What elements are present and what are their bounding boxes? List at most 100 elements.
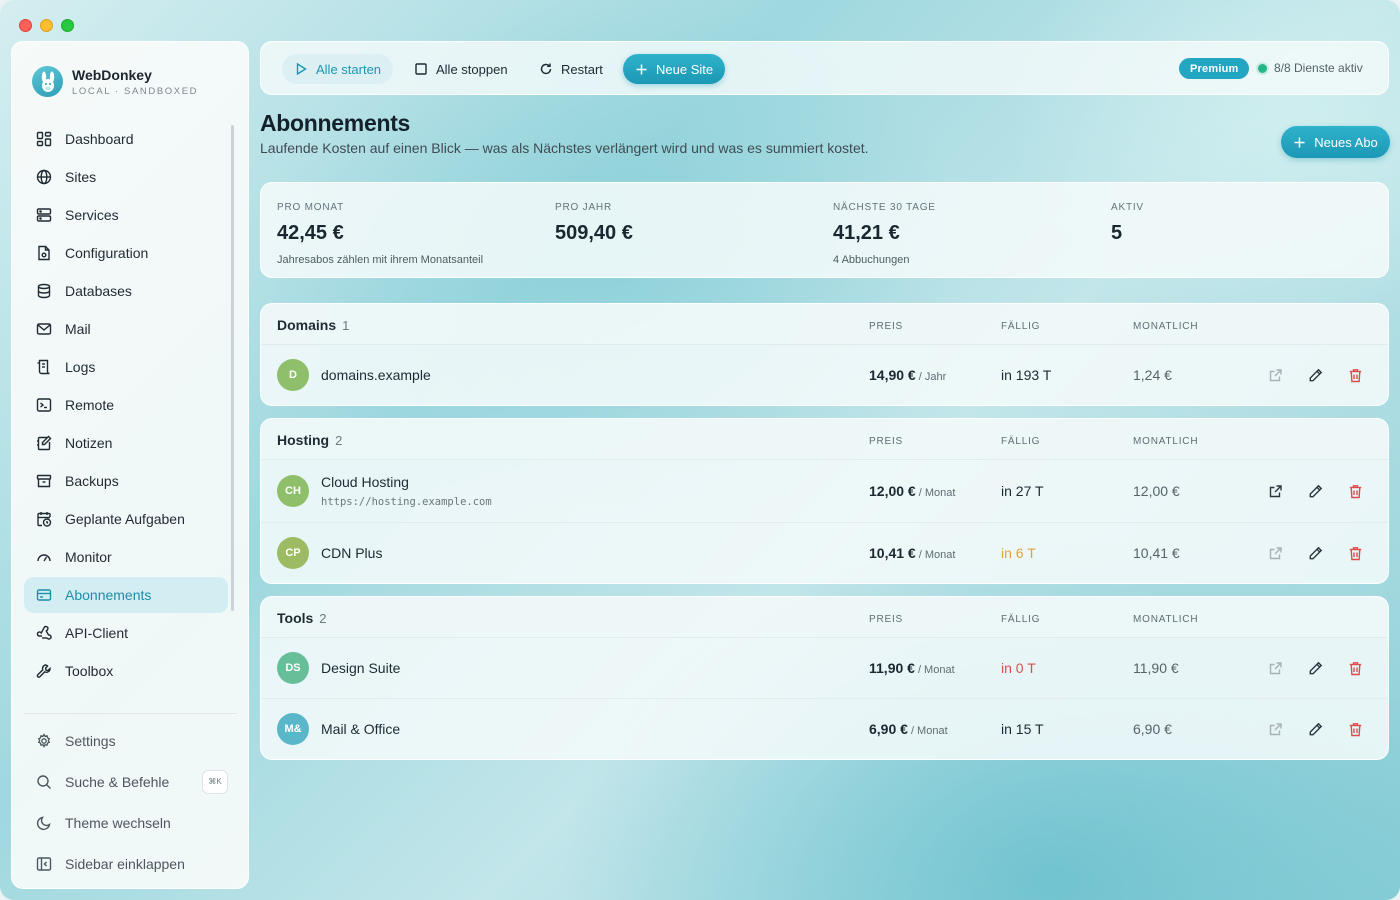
sidebar-item-api-client[interactable]: API-Client — [24, 615, 228, 651]
sidebar-item-sites[interactable]: Sites — [24, 159, 228, 195]
table-row[interactable]: M& Mail & Office 6,90 € / Monat in 15 T 6… — [261, 699, 1388, 759]
sidebar-item-settings[interactable]: Settings — [24, 721, 228, 760]
subscription-name: Mail & Office — [321, 721, 401, 737]
stat-label: NÄCHSTE 30 TAGE — [833, 202, 936, 213]
price-unit: / Monat — [917, 664, 955, 676]
sidebar-item-dashboard[interactable]: Dashboard — [24, 121, 228, 157]
donkey-logo-icon — [32, 66, 63, 97]
new-site-button[interactable]: Neue Site — [623, 54, 726, 84]
minimize-window-button[interactable] — [40, 19, 53, 32]
sidebar-item-collapse[interactable]: Sidebar einklappen — [24, 844, 228, 883]
new-site-label: Neue Site — [656, 61, 714, 77]
group-header: Hosting 2 PREIS FÄLLIG MONATLICH — [261, 419, 1388, 460]
shortcut-badge: ⌘K — [202, 769, 228, 794]
table-row[interactable]: DS Design Suite 11,90 € / Monat in 0 T 11… — [261, 638, 1388, 699]
due: in 193 T — [1001, 367, 1052, 383]
sidebar-item-logs[interactable]: Logs — [24, 349, 228, 385]
monthly-cost: 10,41 € — [1133, 545, 1180, 561]
column-header-monthly: MONATLICH — [1133, 321, 1199, 332]
start-all-button[interactable]: Alle starten — [282, 54, 394, 84]
edit-button[interactable] — [1305, 365, 1325, 385]
sidebar-item-remote[interactable]: Remote — [24, 387, 228, 423]
stat-value: 42,45 € — [277, 222, 344, 244]
sidebar-item-services[interactable]: Services — [24, 197, 228, 233]
open-link-button[interactable] — [1265, 719, 1285, 739]
stat-value: 509,40 € — [555, 222, 633, 244]
stats-card: PRO MONAT 42,45 € Jahresabos zählen mit … — [260, 182, 1389, 278]
table-row[interactable]: CH Cloud Hosting https://hosting.example… — [261, 460, 1388, 523]
group-hosting: Hosting 2 PREIS FÄLLIG MONATLICH CH Cloud… — [260, 418, 1389, 584]
sidebar-item-abonnements[interactable]: Abonnements — [24, 577, 228, 613]
status-indicator — [1258, 64, 1267, 73]
delete-button[interactable] — [1345, 658, 1365, 678]
edit-button[interactable] — [1305, 543, 1325, 563]
sidebar-item-backups[interactable]: Backups — [24, 463, 228, 499]
avatar: D — [277, 359, 309, 391]
price: 11,90 € / Monat — [869, 660, 955, 676]
price-value: 10,41 € — [869, 545, 916, 561]
monthly-cost: 6,90 € — [1133, 721, 1172, 737]
sidebar-item-theme[interactable]: Theme wechseln — [24, 803, 228, 842]
delete-button[interactable] — [1345, 719, 1365, 739]
pencil-icon — [1309, 484, 1322, 497]
stat-note: 4 Abbuchungen — [833, 254, 910, 266]
close-window-button[interactable] — [19, 19, 32, 32]
new-subscription-button[interactable]: Neues Abo — [1281, 126, 1390, 158]
group-title: Hosting 2 — [277, 432, 342, 448]
open-link-button[interactable] — [1265, 658, 1285, 678]
column-header-due: FÄLLIG — [1001, 614, 1041, 625]
subscription-url[interactable]: https://hosting.example.com — [321, 496, 492, 508]
sidebar-item-toolbox[interactable]: Toolbox — [24, 653, 228, 689]
due: in 6 T — [1001, 545, 1036, 561]
premium-badge: Premium — [1179, 58, 1250, 79]
pencil-icon — [1309, 661, 1322, 674]
open-link-button[interactable] — [1265, 543, 1285, 563]
zoom-window-button[interactable] — [61, 19, 74, 32]
sidebar-item-label: Settings — [65, 732, 116, 749]
logs-icon — [37, 359, 50, 375]
sidebar-item-geplante-aufgaben[interactable]: Geplante Aufgaben — [24, 501, 228, 537]
delete-button[interactable] — [1345, 481, 1365, 501]
delete-button[interactable] — [1345, 543, 1365, 563]
plus-icon — [1294, 137, 1305, 147]
brand: WebDonkey LOCAL · SANDBOXED — [32, 66, 198, 97]
sidebar-item-label: Notizen — [65, 435, 113, 451]
stop-all-label: Alle stoppen — [436, 61, 508, 77]
stat-value: 41,21 € — [833, 222, 900, 244]
delete-button[interactable] — [1345, 365, 1365, 385]
restart-button[interactable]: Restart — [527, 54, 615, 84]
toolbar: Alle starten Alle stoppen Restart Neue S… — [260, 41, 1389, 95]
window-controls — [19, 19, 74, 32]
database-icon — [37, 283, 51, 299]
edit-button[interactable] — [1305, 719, 1325, 739]
sidebar-item-configuration[interactable]: Configuration — [24, 235, 228, 271]
price: 10,41 € / Monat — [869, 545, 955, 561]
trash-icon — [1349, 722, 1361, 736]
sidebar-item-notizen[interactable]: Notizen — [24, 425, 228, 461]
sidebar-divider — [24, 713, 237, 714]
sidebar-collapse-icon — [36, 856, 52, 871]
open-link-button[interactable] — [1265, 365, 1285, 385]
sidebar-item-monitor[interactable]: Monitor — [24, 539, 228, 575]
stop-all-button[interactable]: Alle stoppen — [402, 54, 520, 84]
sidebar-item-label: Backups — [65, 473, 119, 489]
trash-icon — [1349, 368, 1361, 382]
sidebar-scrollbar[interactable] — [231, 125, 234, 611]
column-header-price: PREIS — [869, 321, 904, 332]
external-link-icon — [1269, 368, 1282, 381]
edit-button[interactable] — [1305, 481, 1325, 501]
moon-icon — [36, 815, 51, 830]
sidebar-item-label: Services — [65, 207, 119, 223]
sidebar-item-databases[interactable]: Databases — [24, 273, 228, 309]
sidebar-item-mail[interactable]: Mail — [24, 311, 228, 347]
external-link-icon — [1269, 484, 1282, 497]
sidebar-item-label: Sidebar einklappen — [65, 855, 185, 872]
open-link-button[interactable] — [1265, 481, 1285, 501]
monthly-cost: 12,00 € — [1133, 483, 1180, 499]
group-count: 1 — [342, 318, 350, 333]
table-row[interactable]: D domains.example 14,90 € / Jahr in 193 T… — [261, 345, 1388, 405]
table-row[interactable]: CP CDN Plus 10,41 € / Monat in 6 T 10,41 … — [261, 523, 1388, 583]
edit-button[interactable] — [1305, 658, 1325, 678]
column-header-price: PREIS — [869, 614, 904, 625]
sidebar-item-search[interactable]: Suche & Befehle ⌘K — [24, 762, 228, 801]
